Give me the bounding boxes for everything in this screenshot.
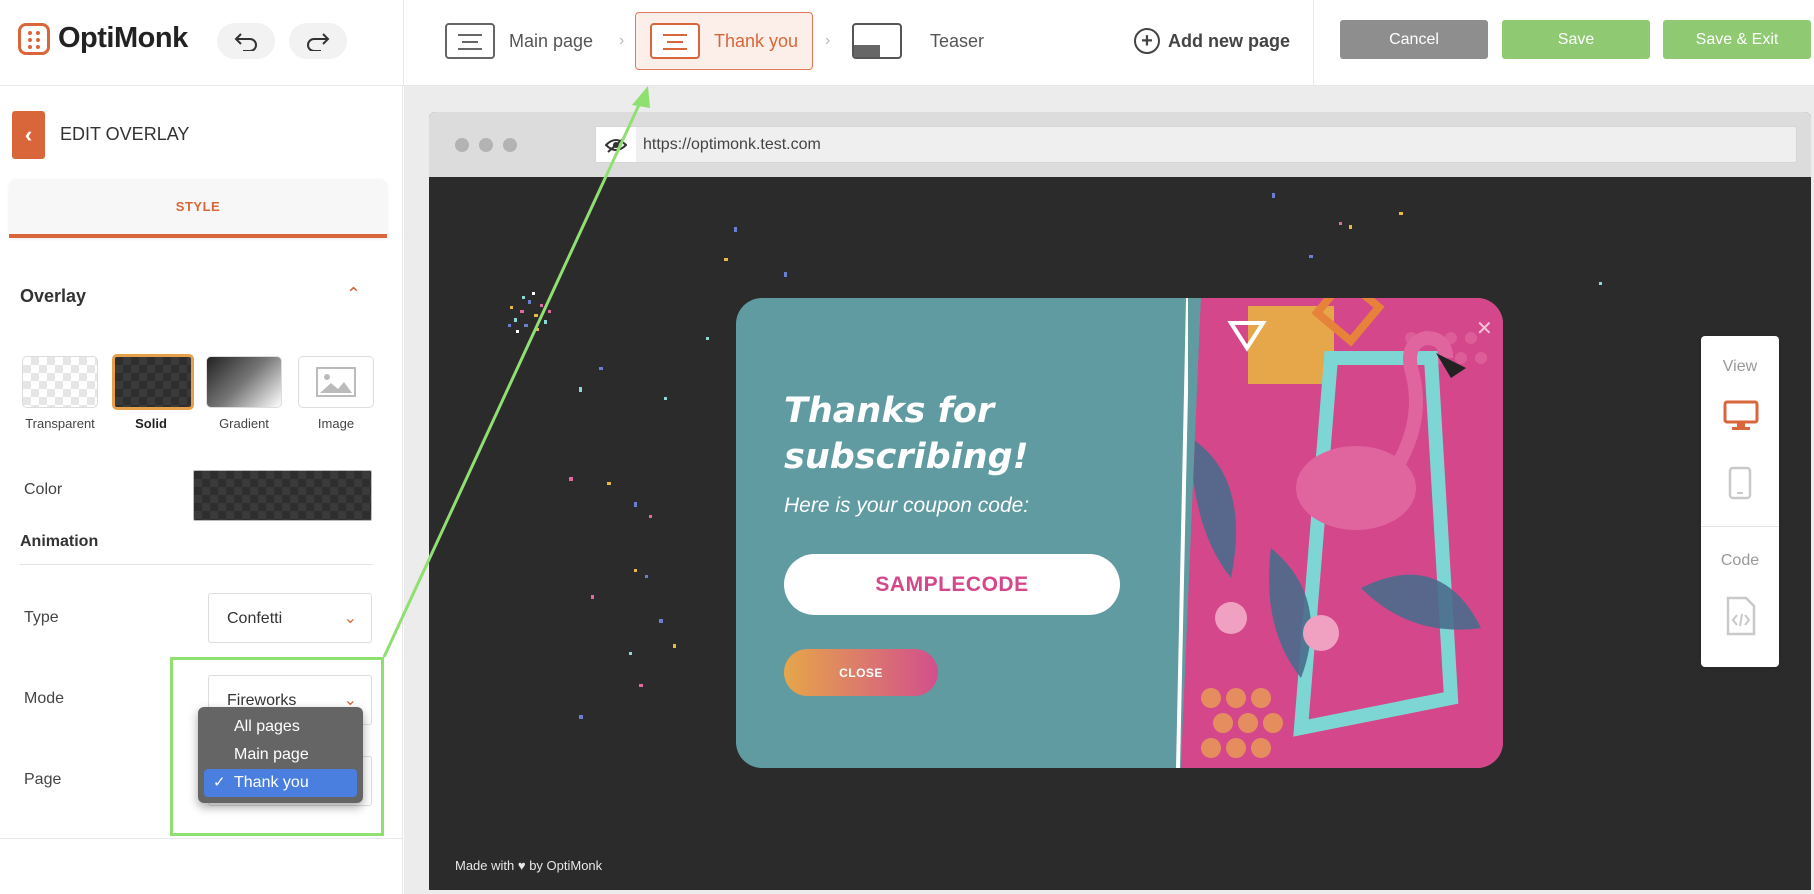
eye-off-icon[interactable]: [596, 127, 636, 162]
type-label: Type: [24, 609, 59, 626]
app-logo[interactable]: OptiMonk: [18, 22, 188, 55]
gradient-swatch: [206, 356, 282, 408]
image-swatch: [298, 356, 374, 408]
dropdown-option-main-page[interactable]: Main page: [204, 741, 357, 769]
color-picker[interactable]: [193, 470, 372, 521]
page-dropdown-menu[interactable]: All pages Main page ✓ Thank you: [198, 707, 363, 803]
browser-chrome: https://optimonk.test.com: [429, 112, 1811, 177]
chevron-down-icon: ⌄: [343, 610, 357, 627]
solid-swatch: [112, 354, 194, 410]
url-bar[interactable]: https://optimonk.test.com: [595, 126, 1797, 163]
overlay-option-image[interactable]: Image: [297, 356, 375, 431]
save-button[interactable]: Save: [1502, 20, 1650, 59]
app-name: OptiMonk: [58, 22, 188, 54]
color-label: Color: [24, 481, 63, 498]
page-label: Page: [24, 771, 62, 788]
popup-subtitle: Here is your coupon code:: [784, 494, 1030, 517]
overlay-option-gradient[interactable]: Gradient: [205, 356, 283, 431]
tab-style[interactable]: STYLE: [9, 179, 387, 238]
transparent-swatch: [22, 356, 98, 408]
dropdown-option-thank-you[interactable]: ✓ Thank you: [204, 769, 357, 797]
optimonk-logo-icon: [18, 22, 50, 55]
close-icon[interactable]: ✕: [1476, 316, 1493, 341]
code-label: Code: [1720, 552, 1760, 569]
popup-title: Thanks for subscribing!: [784, 391, 1029, 477]
desktop-icon[interactable]: [1723, 400, 1759, 437]
tab-teaser[interactable]: Teaser: [852, 12, 984, 70]
option-label: Main page: [234, 746, 309, 763]
made-with-credit: Made with ♥ by OptiMonk: [455, 858, 603, 873]
toolbar-divider: [1313, 0, 1314, 86]
sidebar-footer-divider: [0, 838, 403, 839]
option-label: Gradient: [219, 416, 269, 431]
tab-label: Main page: [509, 30, 594, 51]
option-label: Thank you: [234, 774, 309, 791]
chevron-up-icon[interactable]: ⌃: [346, 284, 361, 305]
add-page-label: Add new page: [1168, 30, 1291, 51]
option-label: Image: [317, 416, 355, 431]
checkmark-icon: ✓: [213, 774, 226, 791]
save-exit-button[interactable]: Save & Exit: [1663, 20, 1811, 59]
option-label: Solid: [135, 416, 167, 431]
window-dot: [455, 138, 469, 152]
tab-label: Thank you: [714, 30, 799, 51]
overlay-option-transparent[interactable]: Transparent: [21, 356, 99, 431]
plus-circle-icon: +: [1134, 28, 1160, 54]
coupon-code[interactable]: SAMPLECODE: [784, 554, 1120, 615]
url-text: https://optimonk.test.com: [643, 136, 821, 153]
page-layout-icon: [650, 23, 700, 59]
option-label: Transparent: [25, 416, 95, 431]
mode-label: Mode: [24, 690, 65, 707]
add-new-page-button[interactable]: + Add new page: [1134, 28, 1290, 54]
dropdown-option-all-pages[interactable]: All pages: [204, 713, 357, 741]
tab-main-page[interactable]: Main page: [445, 12, 593, 70]
preview-browser: https://optimonk.test.com Thanks for sub…: [429, 112, 1811, 890]
undo-icon: [234, 33, 257, 51]
overlay-section-heading: Overlay: [20, 286, 87, 306]
mobile-icon[interactable]: [1728, 466, 1752, 505]
chevron-right-icon: ›: [619, 32, 625, 49]
toolbar-divider: [403, 0, 404, 86]
view-label: View: [1722, 358, 1758, 375]
option-label: All pages: [234, 718, 300, 735]
cancel-button[interactable]: Cancel: [1340, 20, 1488, 59]
popup-preview[interactable]: Thanks for subscribing! Here is your cou…: [736, 298, 1503, 768]
view-panel: View Code: [1701, 336, 1779, 667]
preview-stage: Thanks for subscribing! Here is your cou…: [429, 177, 1811, 890]
undo-button[interactable]: [217, 23, 275, 59]
section-divider: [20, 564, 373, 565]
flamingo-illustration: [1181, 298, 1503, 768]
teaser-layout-icon: [852, 23, 902, 59]
tab-label: Teaser: [930, 30, 985, 51]
sidebar-title: EDIT OVERLAY: [60, 124, 190, 144]
page-layout-icon: [445, 23, 495, 59]
overlay-option-solid[interactable]: Solid: [112, 354, 194, 431]
image-icon: [316, 367, 356, 397]
top-bar: OptiMonk Main page › Thank you › Teaser …: [0, 0, 1814, 86]
back-button[interactable]: ‹: [12, 111, 45, 159]
redo-icon: [307, 33, 330, 51]
window-dot: [479, 138, 493, 152]
type-select-value: Confetti: [227, 610, 283, 627]
view-panel-divider: [1701, 526, 1779, 527]
redo-button[interactable]: [289, 23, 347, 59]
popup-close-button[interactable]: CLOSE: [784, 649, 938, 696]
window-dot: [503, 138, 517, 152]
animation-section-heading: Animation: [20, 533, 99, 550]
chevron-right-icon: ›: [825, 32, 831, 49]
type-select[interactable]: Confetti ⌄: [208, 593, 372, 643]
tab-thank-you[interactable]: Thank you: [635, 12, 814, 70]
popup-image: [1181, 298, 1503, 768]
chevron-left-icon: ‹: [24, 122, 33, 147]
code-file-icon[interactable]: [1726, 596, 1756, 641]
